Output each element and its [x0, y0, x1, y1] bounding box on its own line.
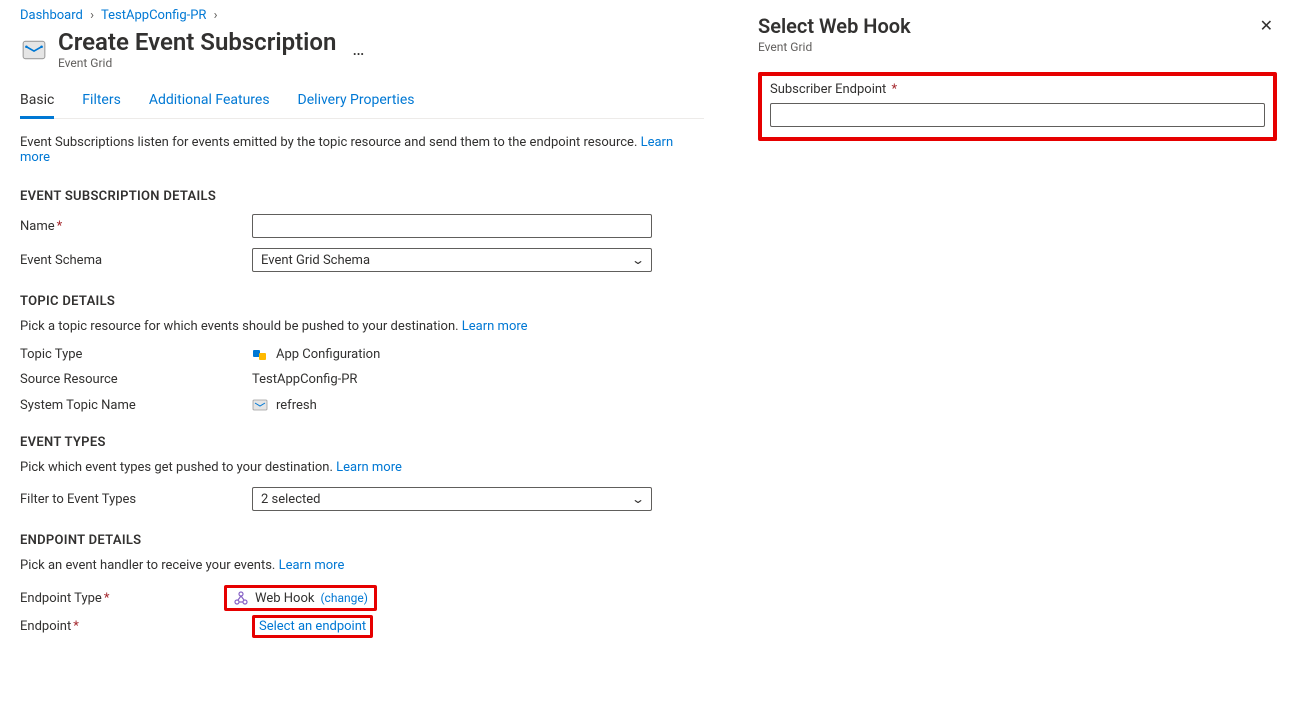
section-topic-details-title: TOPIC DETAILS [20, 294, 704, 309]
chevron-down-icon: ⌄ [631, 253, 645, 267]
filter-event-types-select[interactable]: 2 selected ⌄ [252, 487, 652, 511]
tabs: Basic Filters Additional Features Delive… [20, 84, 704, 119]
intro-text: Event Subscriptions listen for events em… [20, 135, 704, 165]
label-endpoint-type: Endpoint Type* [20, 591, 224, 606]
filter-event-types-value: 2 selected [261, 492, 320, 507]
close-panel-button[interactable]: ✕ [1256, 14, 1277, 38]
endpoint-type-change-link[interactable]: (change) [320, 591, 367, 605]
subscriber-endpoint-input[interactable] [770, 103, 1265, 127]
topic-learn-more-link[interactable]: Learn more [462, 319, 528, 334]
label-endpoint-text: Endpoint [20, 619, 71, 634]
page-subtitle: Event Grid [58, 56, 336, 70]
event-types-desc: Pick which event types get pushed to you… [20, 460, 704, 475]
event-types-desc-text: Pick which event types get pushed to you… [20, 460, 336, 475]
row-filter-event-types: Filter to Event Types 2 selected ⌄ [20, 487, 704, 511]
required-asterisk: * [73, 619, 79, 634]
tab-basic[interactable]: Basic [20, 84, 54, 118]
label-subscriber-endpoint: Subscriber Endpoint * [770, 82, 1265, 97]
topic-details-desc: Pick a topic resource for which events s… [20, 319, 704, 334]
row-system-topic: System Topic Name refresh [20, 397, 704, 413]
label-topic-type: Topic Type [20, 347, 252, 362]
panel-title: Select Web Hook [758, 14, 911, 38]
label-name: Name* [20, 219, 252, 234]
webhook-icon [233, 590, 249, 606]
section-endpoint-details-title: ENDPOINT DETAILS [20, 533, 704, 548]
section-event-types-title: EVENT TYPES [20, 435, 704, 450]
page-header: Create Event Subscription Event Grid … [20, 29, 704, 70]
label-endpoint-type-text: Endpoint Type [20, 591, 102, 606]
more-actions-button[interactable]: … [346, 39, 370, 60]
row-topic-type: Topic Type App Configuration [20, 346, 704, 362]
panel-title-block: Select Web Hook Event Grid [758, 14, 911, 72]
panel-subtitle: Event Grid [758, 40, 911, 54]
endpoint-type-value: Web Hook [255, 591, 314, 606]
intro-body: Event Subscriptions listen for events em… [20, 135, 641, 150]
eventgrid-service-icon [20, 36, 48, 64]
side-panel: Select Web Hook Event Grid ✕ Subscriber … [740, 0, 1295, 716]
select-endpoint-link[interactable]: Select an endpoint [259, 619, 366, 634]
breadcrumb-dashboard[interactable]: Dashboard [20, 8, 83, 23]
label-endpoint: Endpoint* [20, 619, 252, 634]
label-name-text: Name [20, 219, 55, 234]
row-endpoint-type: Endpoint Type* Web Hook (change) [20, 585, 704, 611]
label-event-schema: Event Schema [20, 253, 252, 268]
breadcrumb: Dashboard › TestAppConfig-PR › [20, 8, 704, 23]
tab-additional-features[interactable]: Additional Features [149, 84, 270, 118]
event-schema-value: Event Grid Schema [261, 253, 370, 268]
endpoint-value-highlight: Select an endpoint [252, 615, 373, 638]
breadcrumb-sep: › [90, 8, 94, 23]
endpoint-type-highlight: Web Hook (change) [224, 585, 377, 611]
eventgrid-topic-icon [252, 397, 268, 413]
panel-header: Select Web Hook Event Grid ✕ [758, 14, 1277, 72]
chevron-down-icon: ⌄ [631, 492, 645, 506]
tab-filters[interactable]: Filters [82, 84, 121, 118]
breadcrumb-resource[interactable]: TestAppConfig-PR [101, 8, 206, 23]
row-event-schema: Event Schema Event Grid Schema ⌄ [20, 248, 704, 272]
breadcrumb-sep: › [214, 8, 218, 23]
event-schema-select[interactable]: Event Grid Schema ⌄ [252, 248, 652, 272]
required-asterisk: * [888, 82, 897, 97]
system-topic-value: refresh [276, 398, 317, 413]
label-filter-event-types: Filter to Event Types [20, 492, 252, 507]
endpoint-details-desc-text: Pick an event handler to receive your ev… [20, 558, 279, 573]
subscriber-endpoint-highlight: Subscriber Endpoint * [758, 72, 1277, 141]
page-title: Create Event Subscription [58, 29, 336, 55]
row-source-resource: Source Resource TestAppConfig-PR [20, 372, 704, 387]
topic-details-desc-text: Pick a topic resource for which events s… [20, 319, 462, 334]
app-configuration-icon [252, 346, 268, 362]
topic-type-value: App Configuration [276, 347, 380, 362]
row-endpoint: Endpoint* Select an endpoint [20, 615, 704, 638]
required-asterisk: * [57, 219, 63, 234]
label-system-topic: System Topic Name [20, 398, 252, 413]
topic-type-value-block: App Configuration [252, 346, 380, 362]
section-subscription-details-title: EVENT SUBSCRIPTION DETAILS [20, 189, 704, 204]
label-source-resource: Source Resource [20, 372, 252, 387]
page-title-block: Create Event Subscription Event Grid [58, 29, 336, 70]
endpoint-details-desc: Pick an event handler to receive your ev… [20, 558, 704, 573]
row-name: Name* [20, 214, 704, 238]
tab-delivery-properties[interactable]: Delivery Properties [298, 84, 415, 118]
event-types-learn-more-link[interactable]: Learn more [336, 460, 402, 475]
main-content: Dashboard › TestAppConfig-PR › Create Ev… [0, 0, 724, 716]
source-resource-value: TestAppConfig-PR [252, 372, 357, 387]
name-input[interactable] [252, 214, 652, 238]
required-asterisk: * [104, 591, 110, 606]
endpoint-learn-more-link[interactable]: Learn more [279, 558, 345, 573]
system-topic-value-block: refresh [252, 397, 317, 413]
label-subscriber-endpoint-text: Subscriber Endpoint [770, 82, 886, 97]
